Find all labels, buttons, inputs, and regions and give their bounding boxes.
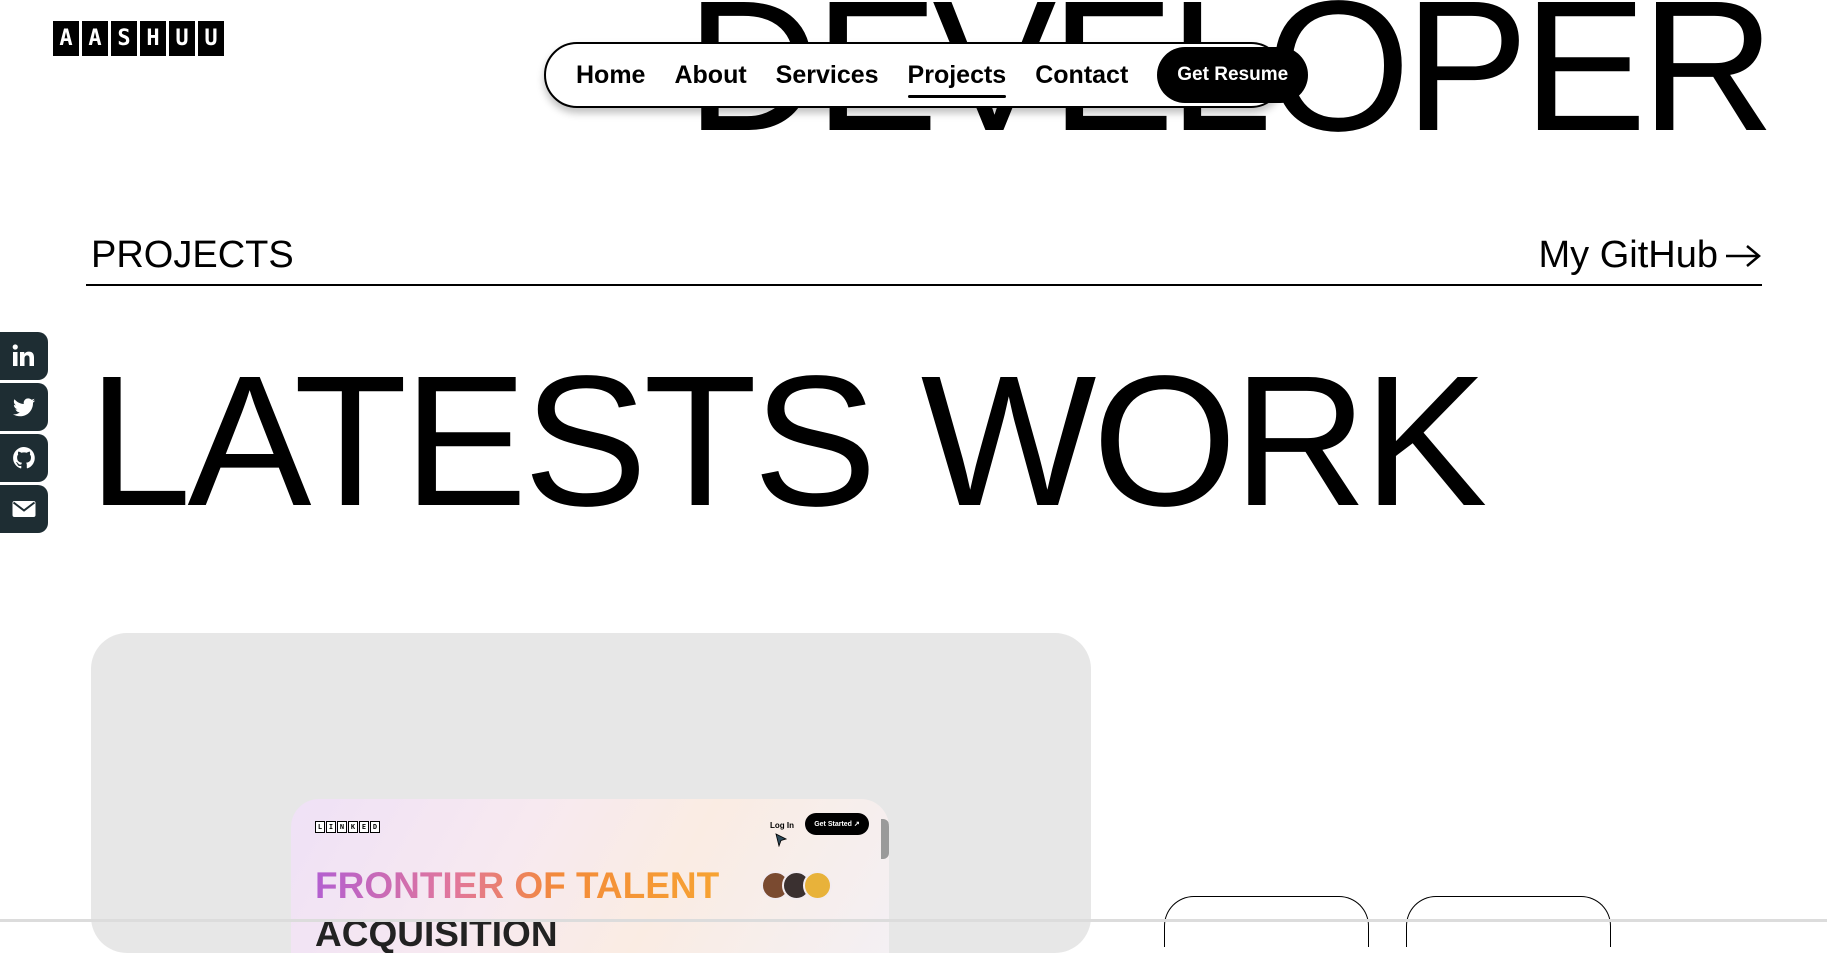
section-label: PROJECTS (91, 234, 294, 276)
logo-letter: A (53, 21, 79, 56)
github-social-link[interactable] (0, 434, 48, 482)
cursor-icon (775, 833, 787, 847)
preview-avatars (761, 871, 832, 900)
section-headline: LATESTS WORK (88, 338, 1487, 545)
twitter-link[interactable] (0, 383, 48, 431)
site-logo[interactable]: A A S H U U (53, 21, 224, 56)
twitter-icon (13, 398, 35, 417)
nav-link-about[interactable]: About (674, 61, 746, 90)
linkedin-icon (12, 344, 34, 366)
preview-logo-letter: N (337, 821, 347, 833)
project-card[interactable]: L I N K E D Log In Get Started ↗ FRONTIE… (91, 633, 1091, 953)
github-link[interactable]: My GitHub (1539, 234, 1762, 277)
logo-letter: U (198, 21, 224, 56)
preview-login-link: Log In (770, 821, 794, 830)
github-icon (13, 447, 35, 469)
arrow-right-icon (1726, 244, 1761, 267)
logo-letter: S (111, 21, 137, 56)
linkedin-link[interactable] (0, 332, 48, 380)
avatar (803, 871, 832, 900)
preview-scrollbar (881, 819, 889, 859)
mail-link[interactable] (0, 485, 48, 533)
preview-get-started-button: Get Started ↗ (805, 813, 869, 835)
preview-logo-letter: L (315, 821, 325, 833)
nav-link-home[interactable]: Home (576, 61, 645, 90)
social-sidebar (0, 332, 48, 533)
projects-section-header: PROJECTS My GitHub (86, 234, 1762, 286)
project-preview-image[interactable]: L I N K E D Log In Get Started ↗ FRONTIE… (291, 799, 889, 953)
logo-letter: U (169, 21, 195, 56)
mail-icon (12, 501, 36, 517)
preview-logo-letter: I (326, 821, 336, 833)
nav-link-projects[interactable]: Projects (907, 61, 1006, 98)
github-link-label: My GitHub (1538, 234, 1718, 276)
preview-logo-letter: E (359, 821, 369, 833)
get-resume-button[interactable]: Get Resume (1157, 47, 1309, 103)
preview-logo-letter: D (370, 821, 380, 833)
preview-logo: L I N K E D (315, 821, 380, 833)
nav-link-services[interactable]: Services (776, 61, 879, 90)
nav-link-contact[interactable]: Contact (1035, 61, 1128, 90)
main-nav: Home About Services Projects Contact Get… (544, 42, 1309, 108)
logo-letter: H (140, 21, 166, 56)
logo-letter: A (82, 21, 108, 56)
preview-logo-letter: K (348, 821, 358, 833)
preview-title: FRONTIER OF TALENT (315, 865, 720, 906)
